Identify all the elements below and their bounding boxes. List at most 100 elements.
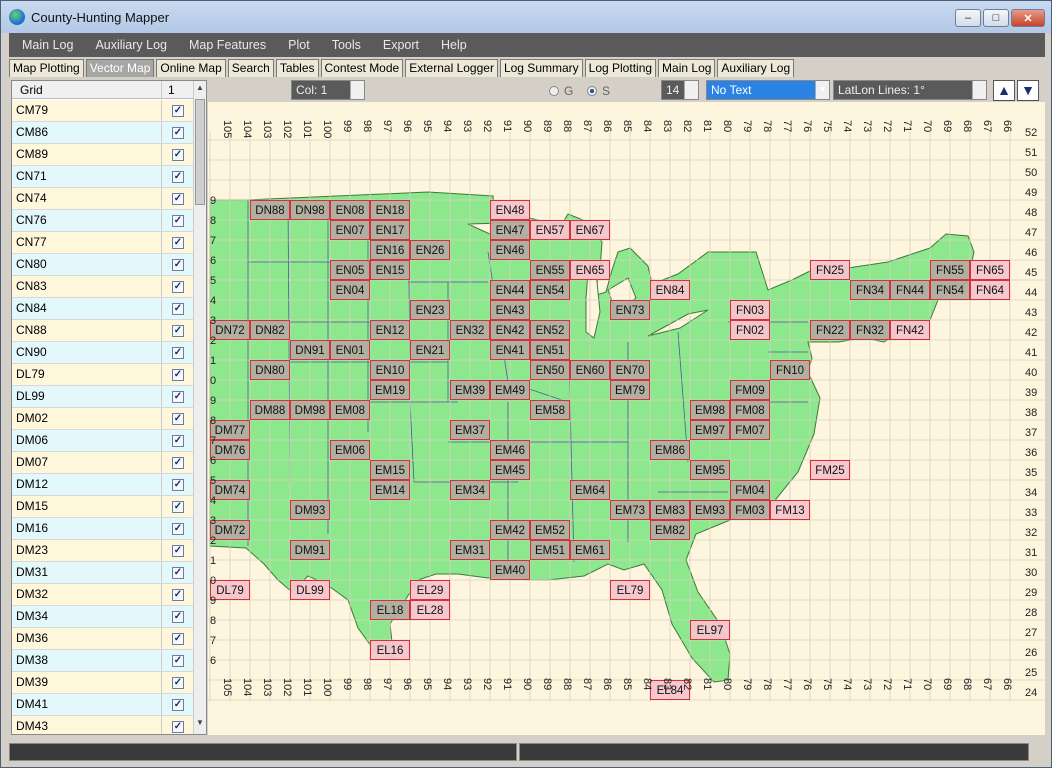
grid-checkbox[interactable]: ✓ [172,148,184,161]
close-button[interactable]: ✕ [1011,9,1045,27]
grid-checkbox[interactable]: ✓ [172,214,184,227]
grid-list-row[interactable]: DM07 ✓ [12,452,194,474]
tab-online-map[interactable]: Online Map [156,59,226,77]
grid-checkbox[interactable]: ✓ [172,676,184,689]
menu-tools[interactable]: Tools [319,38,370,52]
grid-checkbox[interactable]: ✓ [172,566,184,579]
grid-list-row[interactable]: DL79 ✓ [12,364,194,386]
move-down-button[interactable]: ▼ [1017,80,1039,101]
grid-checkbox[interactable]: ✓ [172,632,184,645]
tab-log-summary[interactable]: Log Summary [499,59,583,77]
grid-list-row[interactable]: CN76 ✓ [12,210,194,232]
grid-list-row[interactable]: DM12 ✓ [12,474,194,496]
grid-checkbox[interactable]: ✓ [172,698,184,711]
radio-s[interactable]: S [587,84,610,98]
grid-list-row[interactable]: DM36 ✓ [12,628,194,650]
grid-list-row[interactable]: CM79 ✓ [12,100,194,122]
menu-main-log[interactable]: Main Log [9,38,82,52]
menu-export[interactable]: Export [370,38,428,52]
radio-s-dot[interactable] [587,86,597,96]
grid-checkbox[interactable]: ✓ [172,236,184,249]
grid-checkbox[interactable]: ✓ [172,588,184,601]
grid-list-row[interactable]: DM02 ✓ [12,408,194,430]
grid-checkbox[interactable]: ✓ [172,192,184,205]
scroll-thumb[interactable] [195,99,205,205]
grid-list-row[interactable]: CN88 ✓ [12,320,194,342]
grid-list-row[interactable]: DM34 ✓ [12,606,194,628]
grid-list-row[interactable]: DM15 ✓ [12,496,194,518]
grid-column-header[interactable]: Grid [12,81,162,98]
tab-vector-map[interactable]: Vector Map [85,59,155,77]
grid-list-row[interactable]: CN74 ✓ [12,188,194,210]
grid-list-row[interactable]: DM39 ✓ [12,672,194,694]
menu-plot[interactable]: Plot [275,38,319,52]
scroll-up-icon[interactable]: ▲ [194,83,206,97]
grid-list-row[interactable]: DM38 ✓ [12,650,194,672]
grid-list-row[interactable]: CM86 ✓ [12,122,194,144]
tab-search[interactable]: Search [227,59,274,77]
grid-list-row[interactable]: CN80 ✓ [12,254,194,276]
tab-tables[interactable]: Tables [275,59,319,77]
grid-checkbox[interactable]: ✓ [172,346,184,359]
grid-list-row[interactable]: DM31 ✓ [12,562,194,584]
grid-checkbox[interactable]: ✓ [172,522,184,535]
map-canvas[interactable]: DN88 DN98 EN08 EN18 EN48 EN07 EN17 EN47 EN57 EN67… [208,102,1045,735]
latlon-lines-select[interactable]: LatLon Lines: 1° ▼ [833,80,987,100]
grid-list-row[interactable]: DM06 ✓ [12,430,194,452]
grid-checkbox[interactable]: ✓ [172,456,184,469]
grid-square-label: EN41 [496,345,525,357]
grid-list-row[interactable]: CN84 ✓ [12,298,194,320]
grid-list-row[interactable]: CM89 ✓ [12,144,194,166]
grid-list-row[interactable]: DM23 ✓ [12,540,194,562]
check-column-header[interactable]: 1 [162,81,194,98]
grid-checkbox[interactable]: ✓ [172,500,184,513]
vector-map[interactable]: DN88 DN98 EN08 EN18 EN48 EN07 EN17 EN47 EN57 EN67… [208,102,1045,735]
radio-g[interactable]: G [549,84,573,98]
grid-checkbox[interactable]: ✓ [172,544,184,557]
grid-checkbox[interactable]: ✓ [172,170,184,183]
grid-list-row[interactable]: DM41 ✓ [12,694,194,716]
minimize-button[interactable]: – [955,9,981,27]
grid-checkbox[interactable]: ✓ [172,324,184,337]
grid-list-row[interactable]: CN71 ✓ [12,166,194,188]
grid-checkbox[interactable]: ✓ [172,610,184,623]
menu-help[interactable]: Help [428,38,476,52]
grid-checkbox[interactable]: ✓ [172,126,184,139]
tab-main-log[interactable]: Main Log [658,59,716,77]
grid-list-row[interactable]: CN83 ✓ [12,276,194,298]
grid-checkbox[interactable]: ✓ [172,434,184,447]
menu-auxiliary-log[interactable]: Auxiliary Log [82,38,176,52]
grid-checkbox[interactable]: ✓ [172,720,184,733]
grid-checkbox[interactable]: ✓ [172,302,184,315]
tab-log-plotting[interactable]: Log Plotting [584,59,657,77]
scroll-down-icon[interactable]: ▼ [194,718,206,732]
move-up-button[interactable]: ▲ [993,80,1015,101]
grid-list-row[interactable]: DM43 ✓ [12,716,194,734]
grid-list-row[interactable]: DM16 ✓ [12,518,194,540]
font-size-select[interactable]: 14 ▼ [661,80,699,100]
grid-checkbox[interactable]: ✓ [172,478,184,491]
grid-list-row[interactable]: DM32 ✓ [12,584,194,606]
tab-map-plotting[interactable]: Map Plotting [9,59,84,77]
tab-contest-mode[interactable]: Contest Mode [320,59,404,77]
column-select[interactable]: Col: 1 ▼ [291,80,365,100]
tab-external-logger[interactable]: External Logger [405,59,498,77]
maximize-button[interactable]: □ [983,9,1009,27]
radio-g-dot[interactable] [549,86,559,96]
grid-checkbox[interactable]: ✓ [172,104,184,117]
grid-list-row[interactable]: CN77 ✓ [12,232,194,254]
grid-checkbox[interactable]: ✓ [172,368,184,381]
label-text-select[interactable]: No Text ▼ [706,80,830,100]
grid-list-row[interactable]: CN90 ✓ [12,342,194,364]
grid-checkbox[interactable]: ✓ [172,258,184,271]
grid-checkbox[interactable]: ✓ [172,654,184,667]
menu-map-features[interactable]: Map Features [176,38,275,52]
latitude-label: 51 [1025,147,1037,159]
latitude-digit-label: 1 [210,355,216,367]
grid-checkbox[interactable]: ✓ [172,390,184,403]
grid-list-row[interactable]: DL99 ✓ [12,386,194,408]
grid-list-scrollbar[interactable]: ▲ ▼ [193,81,206,734]
grid-checkbox[interactable]: ✓ [172,412,184,425]
tab-auxiliary-log[interactable]: Auxiliary Log [717,59,795,77]
grid-checkbox[interactable]: ✓ [172,280,184,293]
